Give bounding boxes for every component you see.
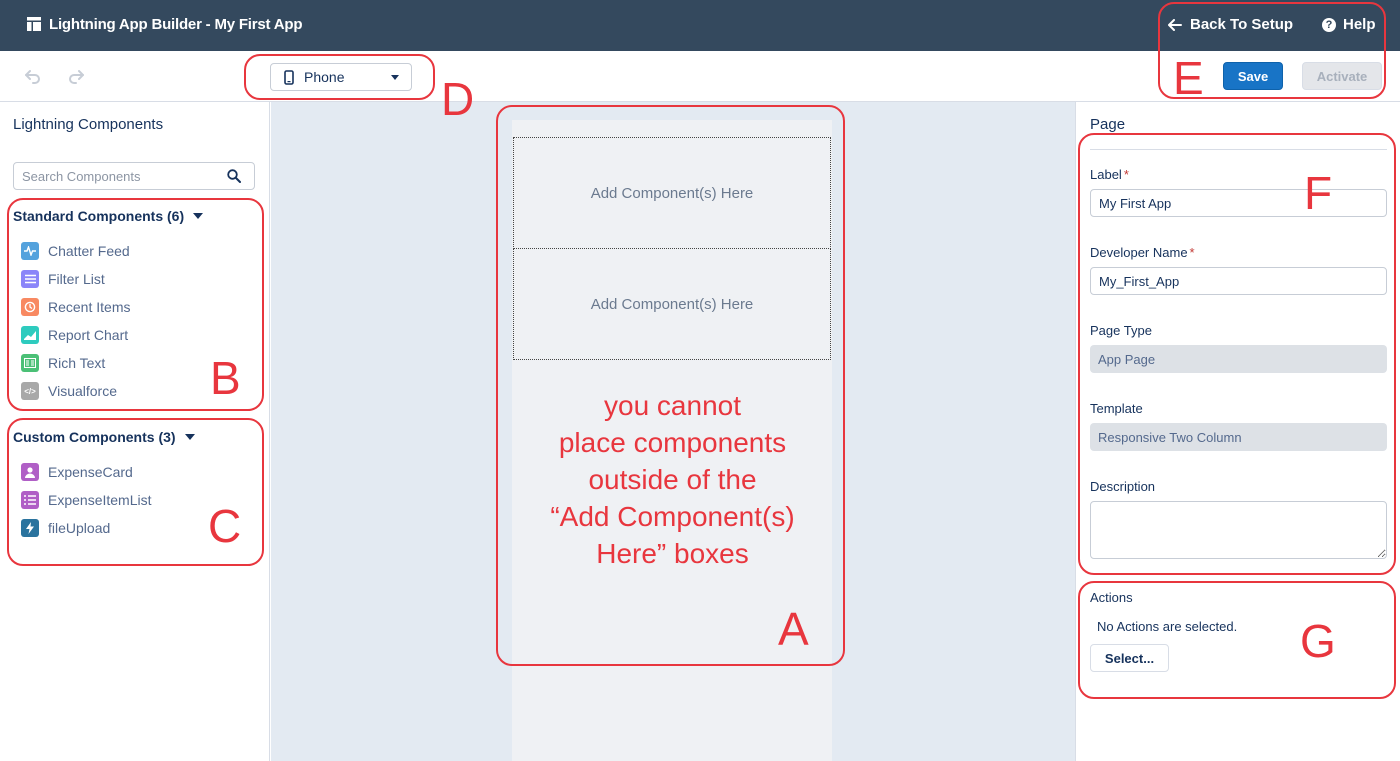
annotation-letter-d: D	[441, 73, 475, 125]
arrow-left-icon	[1168, 18, 1182, 31]
label-field-label: Label *	[1090, 167, 1129, 182]
developer-name-input[interactable]	[1090, 267, 1387, 295]
component-rich-text[interactable]: Rich Text	[21, 349, 130, 377]
app-builder-icon	[27, 17, 41, 31]
device-select[interactable]: Phone	[270, 63, 412, 91]
component-label: Rich Text	[48, 355, 106, 371]
components-panel: Lightning Components Standard Components…	[0, 102, 270, 761]
description-label: Description	[1090, 479, 1156, 494]
component-label: Visualforce	[48, 383, 118, 399]
component-file-upload[interactable]: fileUpload	[21, 514, 152, 542]
component-label: Filter List	[48, 271, 105, 287]
help-link[interactable]: ? Help	[1322, 16, 1376, 33]
developer-name-field-text: Developer Name	[1090, 245, 1188, 260]
standard-components-title: Standard Components (6)	[13, 208, 185, 224]
template-value: Responsive Two Column	[1090, 423, 1387, 451]
visualforce-icon: </>	[21, 382, 39, 400]
annotation-letter-a: A	[778, 603, 809, 655]
custom-components-title: Custom Components (3)	[13, 429, 176, 445]
required-mark: *	[1189, 245, 1195, 260]
standard-components-toggle[interactable]: Standard Components (6)	[13, 208, 204, 224]
chevron-down-icon	[391, 75, 399, 80]
top-header-bar: Lightning App Builder - My First App Bac…	[0, 0, 1400, 51]
component-chatter-feed[interactable]: Chatter Feed	[21, 237, 130, 265]
select-actions-button[interactable]: Select...	[1090, 644, 1169, 672]
custom-components-list: ExpenseCard ExpenseItemList fileUpload	[21, 458, 152, 542]
divider	[1090, 149, 1387, 150]
label-field-text: Label	[1090, 167, 1122, 182]
component-label: ExpenseItemList	[48, 492, 152, 508]
device-select-value: Phone	[304, 69, 345, 85]
back-to-setup-label: Back To Setup	[1190, 16, 1294, 33]
properties-panel-title: Page	[1090, 116, 1126, 133]
annotation-note-line: place components	[558, 427, 787, 458]
caret-down-icon	[193, 213, 204, 219]
undo-icon[interactable]	[25, 68, 41, 84]
required-mark: *	[1123, 167, 1129, 182]
page-type-label: Page Type	[1090, 323, 1152, 338]
annotation-note-line: you cannot	[604, 390, 741, 421]
annotation-letter-e: E	[1173, 52, 1204, 104]
component-report-chart[interactable]: Report Chart	[21, 321, 130, 349]
report-chart-icon	[21, 326, 39, 344]
phone-icon	[284, 69, 294, 85]
expense-item-list-icon	[21, 491, 39, 509]
drop-zone[interactable]: Add Component(s) Here	[513, 137, 831, 249]
rich-text-icon	[21, 354, 39, 372]
activate-button[interactable]: Activate	[1302, 62, 1382, 90]
save-button[interactable]: Save	[1223, 62, 1283, 90]
component-label: Chatter Feed	[48, 243, 130, 259]
components-panel-title: Lightning Components	[13, 116, 164, 133]
label-input[interactable]	[1090, 189, 1387, 217]
filter-list-icon	[21, 270, 39, 288]
component-expense-card[interactable]: ExpenseCard	[21, 458, 152, 486]
search-icon[interactable]	[227, 169, 241, 183]
drop-zone[interactable]: Add Component(s) Here	[513, 248, 831, 360]
component-recent-items[interactable]: Recent Items	[21, 293, 130, 321]
component-label: Report Chart	[48, 327, 129, 343]
annotation-note-line: Here” boxes	[596, 538, 749, 569]
component-filter-list[interactable]: Filter List	[21, 265, 130, 293]
caret-down-icon	[184, 434, 195, 440]
standard-components-list: Chatter Feed Filter List Recent Items Re…	[21, 237, 130, 405]
app-title: Lightning App Builder - My First App	[49, 16, 303, 33]
component-label: Recent Items	[48, 299, 131, 315]
search-input[interactable]	[14, 163, 214, 189]
annotation-letter-b: B	[210, 352, 241, 404]
page-type-value: App Page	[1090, 345, 1387, 373]
annotation-note: you cannot place components outside of t…	[530, 387, 815, 572]
template-label: Template	[1090, 401, 1143, 416]
expense-card-icon	[21, 463, 39, 481]
search-box	[13, 162, 255, 190]
help-label: Help	[1343, 16, 1376, 33]
annotation-letter-c: C	[208, 500, 242, 552]
chatter-feed-icon	[21, 242, 39, 260]
recent-items-icon	[21, 298, 39, 316]
developer-name-field-label: Developer Name *	[1090, 245, 1195, 260]
description-textarea[interactable]	[1090, 501, 1387, 559]
back-to-setup-link[interactable]: Back To Setup	[1168, 16, 1293, 33]
redo-icon[interactable]	[68, 68, 84, 84]
component-label: fileUpload	[48, 520, 111, 536]
annotation-note-line: outside of the	[588, 464, 757, 495]
custom-components-toggle[interactable]: Custom Components (3)	[13, 429, 195, 445]
annotation-letter-g: G	[1300, 615, 1336, 667]
component-visualforce[interactable]: </> Visualforce	[21, 377, 130, 405]
actions-label: Actions	[1090, 590, 1133, 605]
annotation-letter-f: F	[1304, 167, 1333, 219]
lightning-bolt-icon	[21, 519, 39, 537]
component-expense-item-list[interactable]: ExpenseItemList	[21, 486, 152, 514]
annotation-note-line: “Add Component(s)	[550, 501, 795, 532]
actions-empty-message: No Actions are selected.	[1097, 619, 1238, 634]
component-label: ExpenseCard	[48, 464, 133, 480]
properties-panel: Page Label* Developer Name* Page Type Ap…	[1075, 102, 1400, 761]
question-icon: ?	[1322, 17, 1336, 32]
